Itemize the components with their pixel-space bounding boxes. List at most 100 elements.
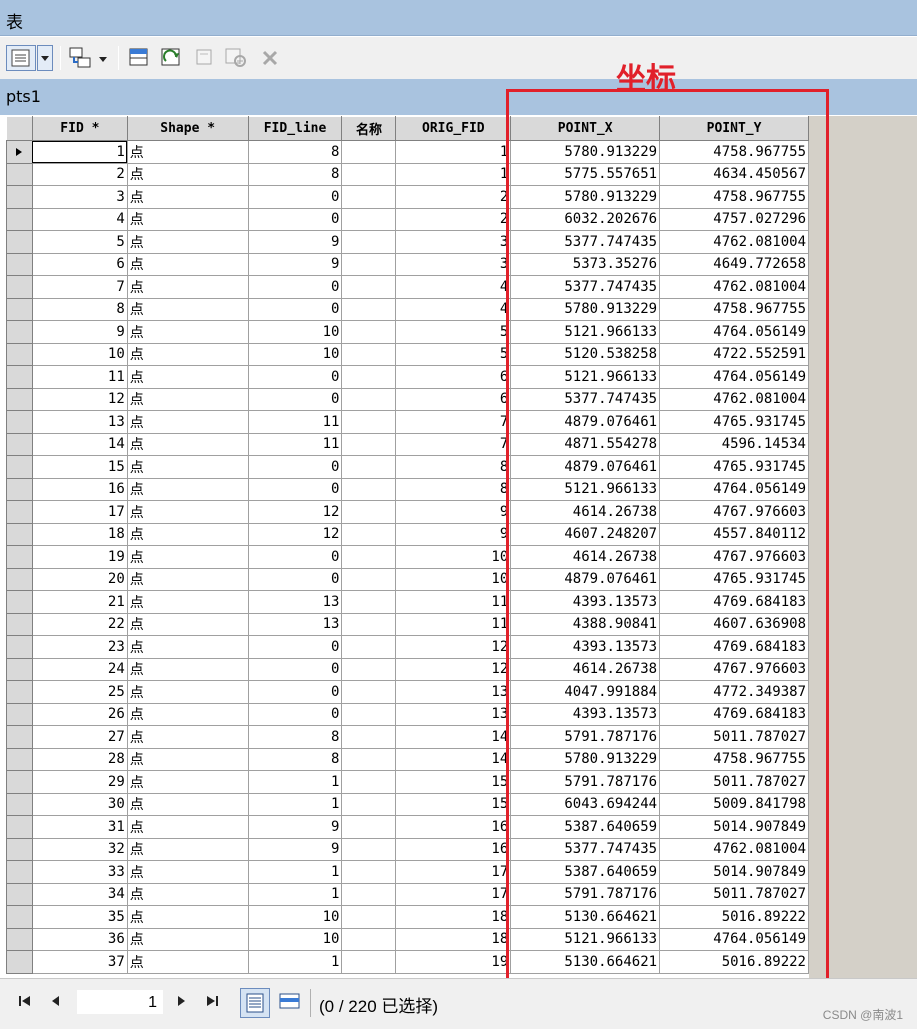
cell-orig-fid[interactable]: 5	[395, 320, 512, 344]
tab-pts1[interactable]: pts1	[6, 87, 41, 106]
cell-point-x[interactable]: 5780.913229	[510, 747, 661, 771]
table-row[interactable]: 14 点 11 7 4871.554278 4596.14534	[6, 432, 809, 456]
cell-fid[interactable]: 10	[31, 342, 128, 366]
row-selector[interactable]	[6, 567, 33, 591]
cell-point-x[interactable]: 5377.747435	[510, 275, 661, 299]
cell-fid-line[interactable]: 8	[247, 140, 343, 164]
dropdown-icon[interactable]	[96, 45, 110, 71]
cell-fid[interactable]: 36	[31, 927, 128, 951]
cell-shape[interactable]: 点	[126, 950, 249, 974]
table-row[interactable]: 30 点 1 15 6043.694244 5009.841798	[6, 792, 809, 816]
cell-point-y[interactable]: 5011.787027	[659, 770, 809, 794]
cell-point-x[interactable]: 4607.248207	[510, 522, 661, 546]
cell-fid-line[interactable]: 0	[247, 387, 343, 411]
cell-point-y[interactable]: 4649.772658	[659, 252, 809, 276]
table-options-icon[interactable]	[6, 45, 36, 71]
table-row[interactable]: 6 点 9 3 5373.35276 4649.772658	[6, 252, 809, 276]
cell-orig-fid[interactable]: 8	[395, 455, 512, 479]
cell-fid[interactable]: 2	[31, 162, 128, 186]
table-row[interactable]: 34 点 1 17 5791.787176 5011.787027	[6, 882, 809, 906]
cell-fid-line[interactable]: 8	[247, 747, 343, 771]
cell-orig-fid[interactable]: 9	[395, 522, 512, 546]
cell-name[interactable]	[341, 567, 397, 591]
cell-shape[interactable]: 点	[126, 162, 249, 186]
cell-name[interactable]	[341, 365, 397, 389]
cell-point-y[interactable]: 4764.056149	[659, 477, 809, 501]
table-row[interactable]: 35 点 10 18 5130.664621 5016.89222	[6, 905, 809, 929]
row-selector[interactable]	[6, 815, 33, 839]
row-selector[interactable]	[6, 477, 33, 501]
column-header-point-y[interactable]: POINT_Y	[659, 116, 809, 141]
row-selector[interactable]	[6, 725, 33, 749]
last-record-icon[interactable]	[205, 994, 219, 1012]
cell-fid[interactable]: 25	[31, 680, 128, 704]
current-record-input[interactable]: 1	[76, 989, 164, 1015]
switch-selection-icon[interactable]	[158, 45, 186, 71]
cell-point-x[interactable]: 4614.26738	[510, 657, 661, 681]
cell-orig-fid[interactable]: 16	[395, 837, 512, 861]
cell-point-y[interactable]: 4758.967755	[659, 185, 809, 209]
cell-name[interactable]	[341, 477, 397, 501]
table-row[interactable]: 17 点 12 9 4614.26738 4767.976603	[6, 500, 809, 524]
cell-orig-fid[interactable]: 13	[395, 702, 512, 726]
cell-point-y[interactable]: 4769.684183	[659, 590, 809, 614]
cell-shape[interactable]: 点	[126, 725, 249, 749]
cell-point-y[interactable]: 5014.907849	[659, 815, 809, 839]
cell-orig-fid[interactable]: 17	[395, 882, 512, 906]
cell-shape[interactable]: 点	[126, 702, 249, 726]
cell-point-x[interactable]: 5121.966133	[510, 927, 661, 951]
cell-fid[interactable]: 6	[31, 252, 128, 276]
cell-point-x[interactable]: 5121.966133	[510, 365, 661, 389]
next-record-icon[interactable]	[175, 994, 187, 1012]
cell-fid-line[interactable]: 0	[247, 455, 343, 479]
cell-shape[interactable]: 点	[126, 770, 249, 794]
cell-fid[interactable]: 4	[31, 207, 128, 231]
cell-point-y[interactable]: 4764.056149	[659, 365, 809, 389]
row-selector[interactable]	[6, 185, 33, 209]
table-row[interactable]: 33 点 1 17 5387.640659 5014.907849	[6, 860, 809, 884]
cell-point-y[interactable]: 4772.349387	[659, 680, 809, 704]
cell-fid[interactable]: 1	[31, 140, 128, 164]
cell-fid-line[interactable]: 1	[247, 882, 343, 906]
cell-point-x[interactable]: 5121.966133	[510, 477, 661, 501]
cell-fid-line[interactable]: 0	[247, 545, 343, 569]
cell-point-y[interactable]: 4765.931745	[659, 567, 809, 591]
table-row[interactable]: 36 点 10 18 5121.966133 4764.056149	[6, 927, 809, 951]
cell-shape[interactable]: 点	[126, 230, 249, 254]
cell-orig-fid[interactable]: 14	[395, 747, 512, 771]
cell-shape[interactable]: 点	[126, 747, 249, 771]
cell-shape[interactable]: 点	[126, 387, 249, 411]
cell-orig-fid[interactable]: 4	[395, 275, 512, 299]
cell-name[interactable]	[341, 387, 397, 411]
cell-point-x[interactable]: 5377.747435	[510, 230, 661, 254]
cell-orig-fid[interactable]: 13	[395, 680, 512, 704]
cell-orig-fid[interactable]: 10	[395, 567, 512, 591]
column-header-fid[interactable]: FID *	[31, 116, 128, 141]
cell-shape[interactable]: 点	[126, 140, 249, 164]
cell-point-x[interactable]: 4879.076461	[510, 455, 661, 479]
row-selector[interactable]	[6, 612, 33, 636]
cell-fid-line[interactable]: 1	[247, 950, 343, 974]
cell-name[interactable]	[341, 860, 397, 884]
cell-fid[interactable]: 20	[31, 567, 128, 591]
cell-name[interactable]	[341, 792, 397, 816]
column-header-point-x[interactable]: POINT_X	[510, 116, 661, 141]
cell-name[interactable]	[341, 522, 397, 546]
cell-point-y[interactable]: 4769.684183	[659, 702, 809, 726]
cell-point-y[interactable]: 4767.976603	[659, 500, 809, 524]
cell-name[interactable]	[341, 140, 397, 164]
cell-fid-line[interactable]: 10	[247, 320, 343, 344]
row-selector[interactable]	[6, 837, 33, 861]
cell-fid-line[interactable]: 0	[247, 657, 343, 681]
cell-name[interactable]	[341, 432, 397, 456]
cell-name[interactable]	[341, 815, 397, 839]
row-selector[interactable]	[6, 702, 33, 726]
cell-orig-fid[interactable]: 10	[395, 545, 512, 569]
cell-fid[interactable]: 15	[31, 455, 128, 479]
cell-point-x[interactable]: 4393.13573	[510, 702, 661, 726]
cell-shape[interactable]: 点	[126, 500, 249, 524]
cell-fid[interactable]: 37	[31, 950, 128, 974]
row-selector[interactable]	[6, 320, 33, 344]
cell-fid[interactable]: 19	[31, 545, 128, 569]
cell-fid-line[interactable]: 0	[247, 702, 343, 726]
